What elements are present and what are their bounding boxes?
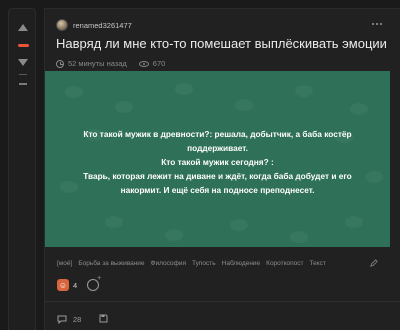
image-text-line: Тварь, которая лежит на диване и ждёт, к… xyxy=(83,171,352,195)
tag-item[interactable]: Короткопост xyxy=(266,260,303,267)
downvote-button[interactable] xyxy=(9,54,37,70)
arrow-up-icon xyxy=(18,23,28,31)
image-text: Кто такой мужик в древности?: решала, до… xyxy=(45,127,390,197)
minus-icon xyxy=(19,83,27,85)
post-footer: 28 xyxy=(57,314,108,325)
save-button[interactable] xyxy=(99,314,108,325)
pencil-icon[interactable] xyxy=(370,259,378,267)
comment-icon xyxy=(57,315,67,324)
rating-indicator xyxy=(18,44,29,47)
rail-divider xyxy=(19,74,27,75)
upvote-button[interactable] xyxy=(9,19,37,35)
image-text-line: Кто такой мужик сегодня? : xyxy=(161,157,274,167)
author-name[interactable]: renamed3261477 xyxy=(73,21,132,30)
tag-item[interactable]: [моё] xyxy=(57,260,72,267)
rating-rail xyxy=(8,8,36,330)
dot-icon xyxy=(380,23,382,25)
clock-icon xyxy=(56,59,64,68)
arrow-down-icon xyxy=(18,58,28,66)
tag-item[interactable]: Борьба за выживание xyxy=(78,260,144,267)
tag-item[interactable]: Тупость xyxy=(192,260,216,267)
post-card: renamed3261477 Навряд ли мне кто-то поме… xyxy=(44,8,400,330)
footer-divider xyxy=(45,301,400,302)
dot-icon xyxy=(372,23,374,25)
tag-list: [моё] Борьба за выживание Философия Тупо… xyxy=(57,260,326,267)
post-image[interactable]: Кто такой мужик в древности?: решала, до… xyxy=(45,71,390,247)
comments-button[interactable]: 28 xyxy=(57,315,81,324)
tag-item[interactable]: Философия xyxy=(151,260,187,267)
reaction-count: 4 xyxy=(73,280,78,290)
tag-item[interactable]: Текст xyxy=(310,260,326,267)
dot-icon xyxy=(376,23,378,25)
post-title[interactable]: Навряд ли мне кто-то помешает выплёскива… xyxy=(56,36,387,51)
face-emoji-icon: ☺ xyxy=(57,279,69,291)
add-reaction-icon[interactable] xyxy=(87,275,101,291)
save-icon xyxy=(99,314,108,323)
more-options-button[interactable] xyxy=(370,17,384,31)
reaction-button[interactable]: ☺ 4 xyxy=(57,279,77,291)
view-count: 670 xyxy=(152,59,166,68)
eye-icon xyxy=(138,60,149,67)
post-time: 52 минуты назад xyxy=(68,59,127,68)
image-text-line: Кто такой мужик в древности?: решала, до… xyxy=(83,129,352,153)
reactions-bar: ☺ 4 xyxy=(57,275,101,291)
avatar[interactable] xyxy=(56,19,68,31)
author-row: renamed3261477 xyxy=(56,17,132,33)
collapse-button[interactable] xyxy=(15,79,31,89)
post-meta: 52 минуты назад 670 xyxy=(56,59,165,68)
tag-item[interactable]: Наблюдение xyxy=(222,260,261,267)
comments-count: 28 xyxy=(73,315,82,324)
